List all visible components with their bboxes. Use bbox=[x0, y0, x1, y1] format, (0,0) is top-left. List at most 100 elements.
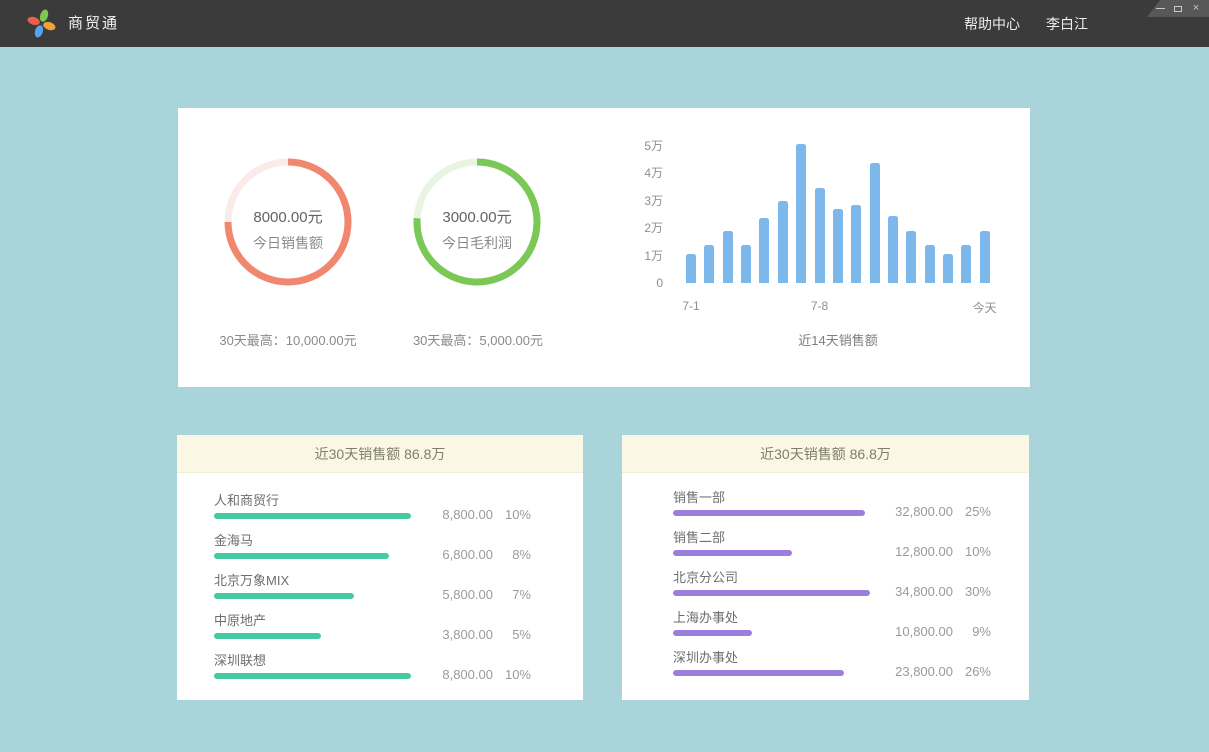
rank-values: 3,800.00 5% bbox=[421, 628, 531, 641]
sales-day-bar bbox=[870, 163, 880, 283]
customer-rank-list: 人和商贸行8,800.0010%金海马6,800.008%北京万象MIX5,80… bbox=[177, 473, 583, 679]
rank-row: 中原地产3,800.00 5% bbox=[214, 614, 583, 639]
rank-label: 深圳联想 bbox=[214, 654, 583, 667]
sales-day-bar bbox=[961, 245, 971, 284]
rank-values: 5,800.00 7% bbox=[421, 588, 531, 601]
rank-label: 上海办事处 bbox=[673, 611, 1029, 624]
today-summary-card: 8000.00元 今日销售额 3000.00元 今日毛利润 30天最高：10,0… bbox=[178, 108, 1030, 387]
today-sales-label: 今日销售额 bbox=[220, 233, 356, 253]
today-sales-donut: 8000.00元 今日销售额 bbox=[220, 154, 356, 290]
rank-row: 深圳办事处23,800.00 26% bbox=[673, 651, 1029, 676]
window-controls bbox=[1147, 0, 1209, 17]
rank-amount: 3,800.00 bbox=[421, 628, 493, 641]
rank-values: 23,800.00 26% bbox=[881, 665, 991, 678]
rank-label: 中原地产 bbox=[214, 614, 583, 627]
y-axis-tick-label: 3万 bbox=[623, 194, 663, 208]
rank-percent: 8% bbox=[505, 548, 531, 561]
sales-day-bar bbox=[943, 254, 953, 283]
rank-percent: 7% bbox=[505, 588, 531, 601]
sales-day-bar bbox=[759, 218, 769, 283]
sales-day-bar bbox=[704, 245, 714, 284]
app-title: 商贸通 bbox=[68, 0, 119, 47]
rank-amount: 34,800.00 bbox=[881, 585, 953, 598]
rank-row: 北京万象MIX5,800.007% bbox=[214, 574, 583, 599]
rank-row: 销售二部12,800.0010% bbox=[673, 531, 1029, 556]
rank-percent: 26% bbox=[965, 665, 991, 678]
rank-row: 销售一部32,800.00 25% bbox=[673, 491, 1029, 516]
sales-day-bar bbox=[851, 205, 861, 283]
maximize-icon bbox=[1174, 6, 1182, 12]
rank-bar bbox=[214, 553, 389, 559]
customer-sales-rank-card: 近30天销售额 86.8万 人和商贸行8,800.00 10% 金海马6,800.0… bbox=[177, 435, 583, 700]
customer-rank-header: 近30天销售额 86.8万 bbox=[177, 435, 583, 473]
maximize-button[interactable] bbox=[1169, 0, 1187, 17]
minimize-button[interactable] bbox=[1151, 0, 1169, 17]
app-logo-icon bbox=[26, 8, 57, 39]
rank-values: 32,800.00 25% bbox=[881, 505, 991, 518]
sales-day-bar bbox=[815, 188, 825, 283]
x-axis-tick-label: 今天 bbox=[973, 299, 997, 316]
rank-values: 8,800.00 10% bbox=[421, 508, 531, 521]
sales-day-bar bbox=[686, 254, 696, 283]
help-center-link[interactable]: 帮助中心 bbox=[964, 14, 1020, 34]
rank-amount: 5,800.00 bbox=[421, 588, 493, 601]
department-rank-list: 销售一部32,800.00 25% 销售二部12,800.0010% 北京分公司34,… bbox=[622, 473, 1029, 676]
rank-bar bbox=[673, 670, 844, 676]
rank-bar bbox=[673, 510, 865, 516]
sales-day-bar bbox=[778, 201, 788, 284]
sales-14d-bar-chart bbox=[686, 141, 990, 283]
rank-amount: 23,800.00 bbox=[881, 665, 953, 678]
titlebar-menu: 帮助中心 李白江 bbox=[964, 0, 1088, 47]
y-axis-tick-label: 4万 bbox=[623, 166, 663, 180]
department-rank-header: 近30天销售额 86.8万 bbox=[622, 435, 1029, 473]
rank-values: 6,800.00 8% bbox=[421, 548, 531, 561]
rank-amount: 6,800.00 bbox=[421, 548, 493, 561]
rank-values: 12,800.0010% bbox=[881, 545, 991, 558]
rank-label: 北京分公司 bbox=[673, 571, 1029, 584]
rank-percent: 10% bbox=[965, 545, 991, 558]
rank-label: 深圳办事处 bbox=[673, 651, 1029, 664]
close-button[interactable] bbox=[1187, 0, 1205, 17]
rank-label: 销售二部 bbox=[673, 531, 1029, 544]
minimize-icon bbox=[1156, 8, 1165, 9]
rank-percent: 30% bbox=[965, 585, 991, 598]
username-menu[interactable]: 李白江 bbox=[1046, 14, 1088, 34]
close-icon bbox=[1193, 3, 1199, 14]
titlebar: 商贸通 帮助中心 李白江 bbox=[0, 0, 1209, 47]
rank-percent: 5% bbox=[505, 628, 531, 641]
rank-row: 深圳联想8,800.0010% bbox=[214, 654, 583, 679]
rank-values: 8,800.0010% bbox=[421, 668, 531, 681]
rank-percent: 9% bbox=[965, 625, 991, 638]
sales-day-bar bbox=[925, 245, 935, 284]
rank-percent: 10% bbox=[505, 508, 531, 521]
rank-values: 34,800.00 30% bbox=[881, 585, 991, 598]
rank-label: 金海马 bbox=[214, 534, 583, 547]
profit-30d-max-caption: 30天最高：5,000.00元 bbox=[378, 330, 578, 349]
rank-amount: 10,800.00 bbox=[881, 625, 953, 638]
sales-day-bar bbox=[796, 144, 806, 283]
y-axis-tick-label: 2万 bbox=[623, 221, 663, 235]
rank-percent: 25% bbox=[965, 505, 991, 518]
rank-bar bbox=[214, 513, 411, 519]
rank-bar bbox=[214, 673, 411, 679]
rank-label: 销售一部 bbox=[673, 491, 1029, 504]
rank-amount: 32,800.00 bbox=[881, 505, 953, 518]
x-axis-tick-label: 7-8 bbox=[811, 299, 828, 313]
rank-bar bbox=[673, 630, 752, 636]
rank-bar bbox=[214, 633, 321, 639]
rank-percent: 10% bbox=[505, 668, 531, 681]
rank-bar bbox=[673, 590, 870, 596]
x-axis-tick-label: 7-1 bbox=[682, 299, 699, 313]
today-profit-value: 3000.00元 bbox=[409, 206, 545, 227]
sales-30d-max-caption: 30天最高：10,000.00元 bbox=[188, 330, 388, 349]
sales-day-bar bbox=[741, 245, 751, 284]
rank-bar bbox=[214, 593, 354, 599]
rank-row: 上海办事处10,800.00 9% bbox=[673, 611, 1029, 636]
today-profit-label: 今日毛利润 bbox=[409, 233, 545, 253]
rank-row: 人和商贸行8,800.00 10% bbox=[214, 494, 583, 519]
sales-day-bar bbox=[980, 231, 990, 283]
rank-amount: 8,800.00 bbox=[421, 508, 493, 521]
rank-row: 北京分公司34,800.00 30% bbox=[673, 571, 1029, 596]
today-profit-donut: 3000.00元 今日毛利润 bbox=[409, 154, 545, 290]
rank-label: 人和商贸行 bbox=[214, 494, 583, 507]
